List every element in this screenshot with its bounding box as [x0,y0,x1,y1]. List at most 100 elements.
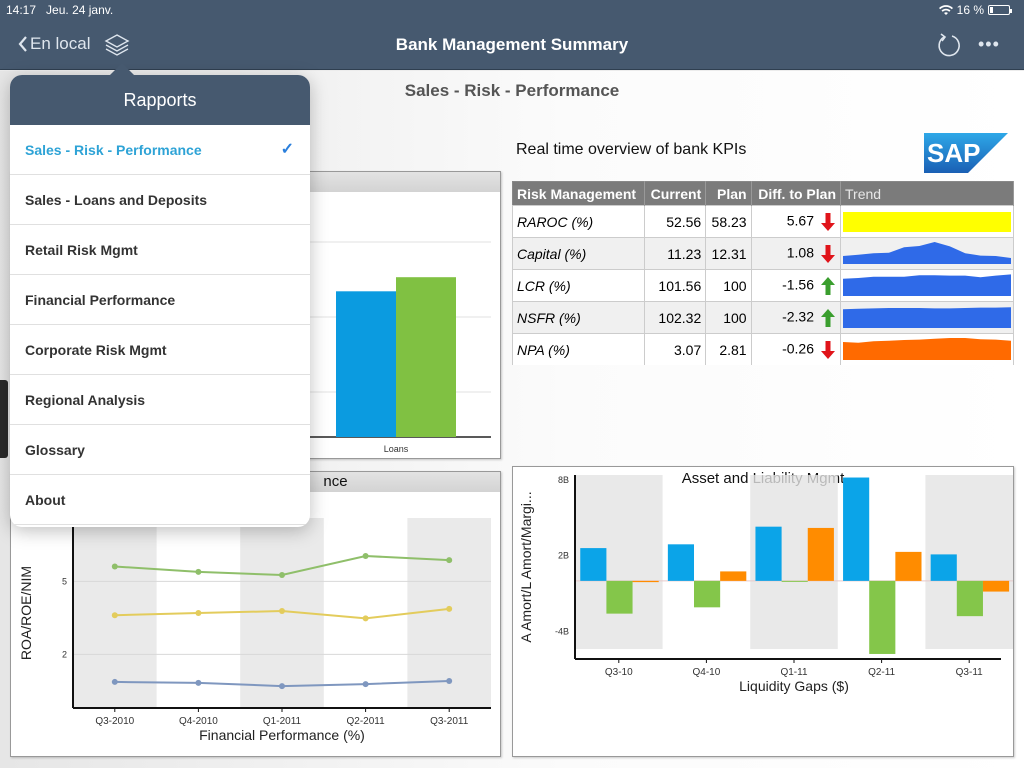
kpi-col-header[interactable]: Risk Management [512,181,645,206]
kpi-trend-cell [840,205,1014,238]
bar[interactable] [956,580,983,617]
arrow-up-icon [821,308,835,327]
bar[interactable] [580,548,607,581]
y-tick-label: 5 [62,576,67,586]
kpi-table-container[interactable]: Risk Management Current Plan Diff. to Pl… [512,181,1014,365]
x-tick-label: Q3-2010 [95,716,134,727]
kpi-col-header[interactable]: Current [644,181,707,206]
data-point[interactable] [362,615,369,622]
kpi-diff-cell: 1.08 [750,237,842,270]
x-tick-label: Q4-10 [693,667,721,678]
status-right: 16 % [938,3,1012,17]
data-point[interactable] [111,612,118,619]
popover-item[interactable]: Sales - Loans and Deposits [10,175,310,225]
bar[interactable] [755,526,782,581]
kpi-row[interactable]: RAROC (%) 52.56 58.23 5.67 [512,205,1014,238]
popover-item[interactable]: About [10,475,310,525]
data-point[interactable] [279,683,285,690]
sap-logo: SAP [924,133,1008,173]
bar[interactable] [667,544,695,581]
kpi-current: 3.07 [643,333,707,365]
data-point[interactable] [195,610,202,616]
kpi-row[interactable]: NPA (%) 3.07 2.81 -0.26 [512,333,1014,365]
kpi-plan: 100 [705,301,752,334]
status-time: 14:17 Jeu. 24 janv. [6,3,114,17]
battery-text: 16 % [956,3,984,17]
popover-item[interactable]: Sales - Risk - Performance ✓ [10,125,310,175]
x-tick-label: Q1-2011 [263,716,302,727]
kpi-trend-cell [840,301,1014,334]
data-point[interactable] [279,608,285,615]
kpi-plan: 2.81 [705,333,752,365]
status-bar: 14:17 Jeu. 24 janv. 16 % [0,0,1024,20]
kpi-col-header[interactable]: Trend [840,181,1014,206]
data-point[interactable] [446,557,453,564]
kpi-col-header[interactable]: Plan [705,181,752,206]
bar[interactable] [632,580,659,583]
trend-sparkline [843,212,1011,232]
popover-item-label: Glossary [25,442,85,458]
bar[interactable] [869,580,896,654]
data-point[interactable] [362,681,369,688]
popover-item[interactable]: Regional Analysis [10,375,310,425]
popover-item[interactable]: Financial Performance [10,275,310,325]
kpi-current: 101.56 [643,269,707,302]
bar[interactable] [895,551,922,581]
more-icon[interactable]: ••• [978,34,1000,55]
bar[interactable] [720,571,747,581]
x-tick-label: Q2-11 [868,667,895,678]
bar[interactable] [336,291,396,437]
side-handle[interactable] [0,380,8,458]
y-tick-label: 2B [558,551,569,561]
kpi-row[interactable]: LCR (%) 101.56 100 -1.56 [512,269,1014,302]
data-point[interactable] [111,678,118,685]
arrow-down-icon [821,212,835,231]
data-point[interactable] [446,605,453,612]
popover-item[interactable]: Corporate Risk Mgmt [10,325,310,375]
kpi-diff-cell: -0.26 [750,333,842,365]
popover-item-label: About [25,492,66,508]
bar[interactable] [843,477,870,581]
bar[interactable] [982,580,1010,592]
wifi-icon [938,4,953,15]
kpi-diff-cell: -1.56 [750,269,842,302]
kpi-diff: -2.32 [782,308,814,325]
kpi-col-header[interactable]: Diff. to Plan [751,181,842,206]
y-tick-label: 8B [558,475,569,485]
data-point[interactable] [195,679,202,686]
alm-chart-panel: Asset and Liability Mgmt8B2B-4BQ3-10Q4-1… [512,466,1014,757]
kpi-diff: -0.26 [782,340,814,357]
x-tick-label: Q3-10 [605,667,633,678]
kpi-plan: 12.31 [705,237,752,270]
bar[interactable] [781,580,808,582]
data-point[interactable] [362,553,369,559]
popover-title: Rapports [10,75,310,125]
popover-item[interactable]: Glossary [10,425,310,475]
kpi-diff: 5.67 [786,212,814,229]
bar[interactable] [396,277,456,437]
kpi-row[interactable]: NSFR (%) 102.32 100 -2.32 [512,301,1014,334]
kpi-table: Risk Management Current Plan Diff. to Pl… [512,181,1014,365]
nav-title: Bank Management Summary [395,35,629,54]
bar[interactable] [694,580,721,608]
bar[interactable] [606,580,633,614]
bar[interactable] [807,527,834,581]
trend-sparkline [843,307,1011,328]
sap-logo-text: SAP [927,138,980,168]
reports-popover: Rapports Sales - Risk - Performance ✓ Sale… [10,75,310,527]
kpi-header-row: Risk Management Current Plan Diff. to Pl… [512,181,1014,206]
refresh-icon[interactable] [936,32,962,58]
trend-area [843,274,1011,296]
kpi-current: 11.23 [643,237,707,270]
kpi-diff: -1.56 [782,276,814,293]
data-point[interactable] [279,572,285,578]
data-point[interactable] [446,677,453,684]
data-point[interactable] [195,568,202,575]
popover-item-label: Sales - Loans and Deposits [25,192,208,208]
popover-item[interactable]: Retail Risk Mgmt [10,225,310,275]
kpi-row[interactable]: Capital (%) 11.23 12.31 1.08 [512,237,1014,270]
popover-item-label: Retail Risk Mgmt [25,242,138,258]
kpi-plan: 58.23 [705,205,752,238]
data-point[interactable] [111,563,118,570]
bar[interactable] [930,554,957,581]
